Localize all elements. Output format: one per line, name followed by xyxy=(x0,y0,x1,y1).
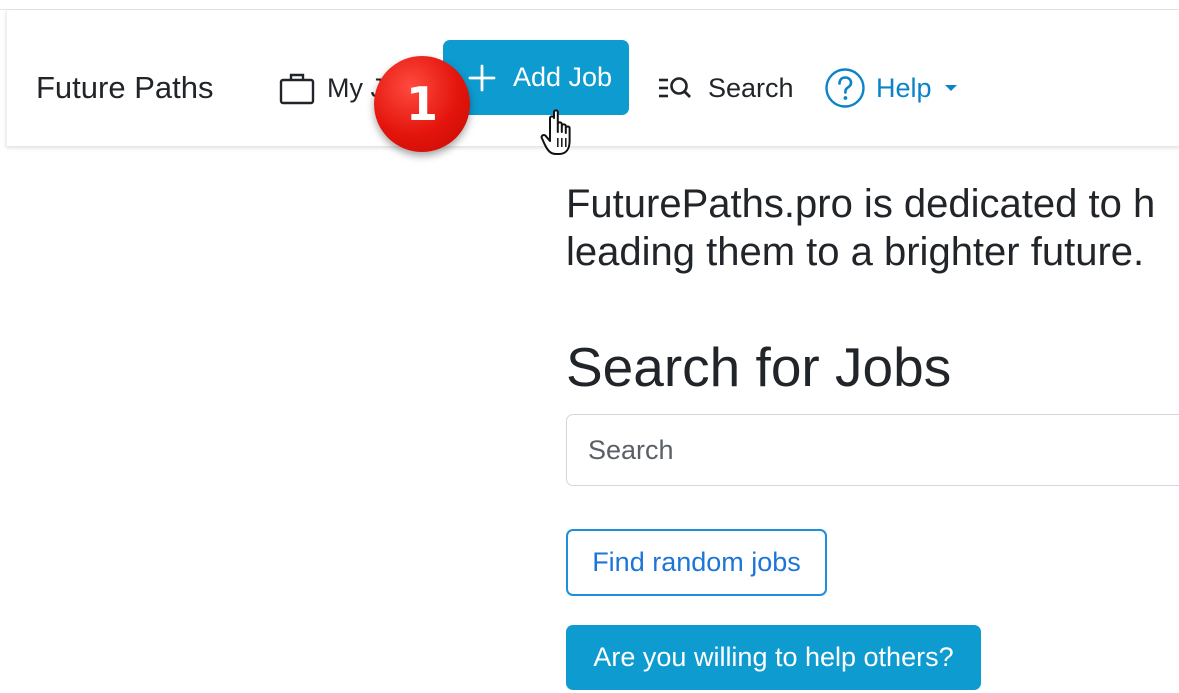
help-circle-icon xyxy=(825,68,865,108)
caret-down-icon xyxy=(944,85,957,91)
search-list-icon xyxy=(659,77,691,98)
help-others-button[interactable]: Are you willing to help others? xyxy=(566,625,981,690)
nav-search[interactable]: Search xyxy=(657,68,794,108)
intro-text: FuturePaths.pro is dedicated to h leadin… xyxy=(566,180,1155,276)
intro-line-2: leading them to a brighter future. xyxy=(566,230,1145,274)
find-random-jobs-button[interactable]: Find random jobs xyxy=(566,529,827,596)
step-number-badge: 1 xyxy=(374,56,470,152)
page-heading: Search for Jobs xyxy=(566,336,952,398)
add-job-label: Add Job xyxy=(513,62,613,92)
hand-pointer-cursor xyxy=(540,109,571,155)
briefcase-icon xyxy=(279,73,315,105)
intro-line-1: FuturePaths.pro is dedicated to h xyxy=(566,182,1156,226)
add-job-button[interactable]: Add Job xyxy=(443,40,629,115)
plus-icon xyxy=(468,64,496,91)
brand-logo-text[interactable]: Future Paths xyxy=(36,68,213,108)
nav-help-label: Help xyxy=(876,72,932,103)
nav-search-label: Search xyxy=(708,72,794,103)
nav-help-dropdown[interactable]: Help xyxy=(824,68,958,108)
search-input[interactable] xyxy=(566,414,1179,486)
